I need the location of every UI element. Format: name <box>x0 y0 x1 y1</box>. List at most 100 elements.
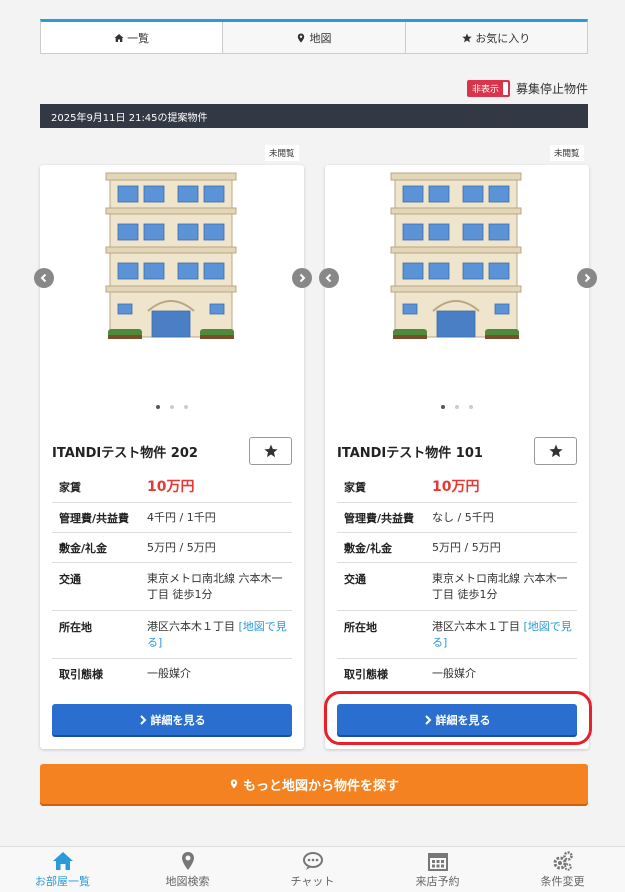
chevron-right-icon <box>139 714 146 725</box>
nav-chat-label: チャット <box>290 875 335 888</box>
nav-room-list-label: お部屋一覧 <box>35 875 90 888</box>
carousel-next-button[interactable] <box>577 268 597 288</box>
info-row-fees: 管理費/共益費 4千円 / 1千円 <box>52 503 292 533</box>
nav-change-conditions-label: 条件変更 <box>540 875 585 888</box>
gears-icon <box>553 851 573 871</box>
nav-map-search-label: 地図検索 <box>165 875 210 888</box>
property-info-table: 家賃 10万円 管理費/共益費 なし / 5千円 敷金/礼金 5万円 / 5万円… <box>337 472 577 688</box>
property-card: ITANDIテスト物件 101 家賃 10万円 管理費/共益費 なし / 5千円… <box>319 165 597 749</box>
nav-room-list[interactable]: お部屋一覧 <box>0 847 125 892</box>
toggle-knob <box>502 82 508 95</box>
favorite-button[interactable] <box>249 437 292 465</box>
star-icon <box>263 444 278 458</box>
info-row-address: 所在地 港区六本木１丁目 [地図で見る] <box>337 611 577 659</box>
info-row-transaction: 取引態様 一般媒介 <box>337 659 577 688</box>
carousel-dots <box>325 405 589 409</box>
carousel-dot[interactable] <box>469 405 473 409</box>
building-image <box>390 172 522 339</box>
info-row-rent: 家賃 10万円 <box>52 472 292 503</box>
tab-list[interactable]: 一覧 <box>41 22 222 53</box>
view-details-button[interactable]: 詳細を見る <box>52 704 292 735</box>
carousel-next-button[interactable] <box>292 268 312 288</box>
image-carousel <box>319 165 597 415</box>
info-value: なし / 5千円 <box>432 510 494 524</box>
property-card: ITANDIテスト物件 202 家賃 10万円 管理費/共益費 4千円 / 1千… <box>34 165 312 749</box>
info-value: 東京メトロ南北線 六本木一丁目 徒歩1分 <box>432 572 568 601</box>
hidden-toggle-label: 非表示 <box>471 85 499 95</box>
info-label: 交通 <box>344 573 366 586</box>
hidden-toggle[interactable]: 非表示 <box>466 80 510 97</box>
favorite-button[interactable] <box>534 437 577 465</box>
nav-map-search[interactable]: 地図検索 <box>125 847 250 892</box>
chevron-left-icon <box>40 273 47 283</box>
nav-change-conditions[interactable]: 条件変更 <box>500 847 625 892</box>
hidden-filter-text: 募集停止物件 <box>515 82 588 96</box>
info-row-transaction: 取引態様 一般媒介 <box>52 659 292 688</box>
tab-list-label: 一覧 <box>127 31 150 45</box>
property-title: ITANDIテスト物件 101 <box>337 445 483 461</box>
image-carousel <box>34 165 312 415</box>
building-image <box>105 172 237 339</box>
carousel-dot[interactable] <box>455 405 459 409</box>
info-label: 管理費/共益費 <box>59 511 130 525</box>
info-label: 敷金/礼金 <box>344 541 393 555</box>
unread-badge: 未閲覧 <box>550 145 584 161</box>
property-title: ITANDIテスト物件 202 <box>52 445 198 461</box>
info-value: 港区六本木１丁目 <box>432 620 520 633</box>
highlight-annotation <box>324 691 592 745</box>
info-value: 4千円 / 1千円 <box>147 510 216 524</box>
star-icon <box>548 444 563 458</box>
rent-value: 10万円 <box>432 479 480 495</box>
info-label: 取引態様 <box>59 667 103 681</box>
info-row-transport: 交通 東京メトロ南北線 六本木一丁目 徒歩1分 <box>52 563 292 611</box>
info-row-address: 所在地 港区六本木１丁目 [地図で見る] <box>52 611 292 659</box>
carousel-dot[interactable] <box>184 405 188 409</box>
map-pin-icon <box>298 33 305 42</box>
info-label: 所在地 <box>59 621 92 634</box>
carousel-dots <box>40 405 304 409</box>
carousel-prev-button[interactable] <box>34 268 54 288</box>
info-row-deposit: 敷金/礼金 5万円 / 5万円 <box>337 533 577 563</box>
carousel-dot[interactable] <box>170 405 174 409</box>
nav-reservation[interactable]: 来店予約 <box>375 847 500 892</box>
chevron-right-icon <box>584 273 591 283</box>
map-search-button[interactable]: もっと地図から物件を探す <box>40 764 588 804</box>
info-row-transport: 交通 東京メトロ南北線 六本木一丁目 徒歩1分 <box>337 563 577 611</box>
map-pin-icon <box>181 852 194 870</box>
view-tabs: 一覧 地図 お気に入り <box>40 19 588 54</box>
tab-favorites-label: お気に入り <box>475 31 531 45</box>
proposal-date-bar: 2025年9月11日 21:45の提案物件 <box>40 104 588 128</box>
info-label: 家賃 <box>344 481 366 494</box>
tab-favorites[interactable]: お気に入り <box>404 22 587 53</box>
info-value: 5万円 / 5万円 <box>147 540 216 554</box>
map-search-label: もっと地図から物件を探す <box>242 778 399 794</box>
home-icon <box>52 852 73 870</box>
nav-chat[interactable]: チャット <box>250 847 375 892</box>
info-row-fees: 管理費/共益費 なし / 5千円 <box>337 503 577 533</box>
info-label: 所在地 <box>344 621 377 634</box>
map-pin-icon <box>230 779 238 789</box>
info-row-rent: 家賃 10万円 <box>337 472 577 503</box>
info-value: 一般媒介 <box>147 666 191 680</box>
info-label: 敷金/礼金 <box>59 541 108 555</box>
property-info-table: 家賃 10万円 管理費/共益費 4千円 / 1千円 敷金/礼金 5万円 / 5万… <box>52 472 292 688</box>
info-row-deposit: 敷金/礼金 5万円 / 5万円 <box>52 533 292 563</box>
chevron-right-icon <box>299 273 306 283</box>
carousel-dot[interactable] <box>441 405 445 409</box>
chat-icon <box>302 852 323 870</box>
calendar-icon <box>427 853 448 871</box>
info-value: 一般媒介 <box>432 666 476 680</box>
home-icon <box>114 33 124 42</box>
tab-map-label: 地図 <box>309 31 332 45</box>
tab-map[interactable]: 地図 <box>222 22 405 53</box>
view-details-label: 詳細を見る <box>150 713 206 727</box>
carousel-prev-button[interactable] <box>319 268 339 288</box>
chevron-left-icon <box>325 273 332 283</box>
rent-value: 10万円 <box>147 479 195 495</box>
carousel-dot[interactable] <box>156 405 160 409</box>
info-value: 5万円 / 5万円 <box>432 540 501 554</box>
bottom-nav: お部屋一覧 地図検索 チャット 来店予約 条件変更 <box>0 846 625 892</box>
info-label: 家賃 <box>59 481 81 494</box>
info-value: 港区六本木１丁目 <box>147 620 235 633</box>
info-label: 管理費/共益費 <box>344 511 415 525</box>
